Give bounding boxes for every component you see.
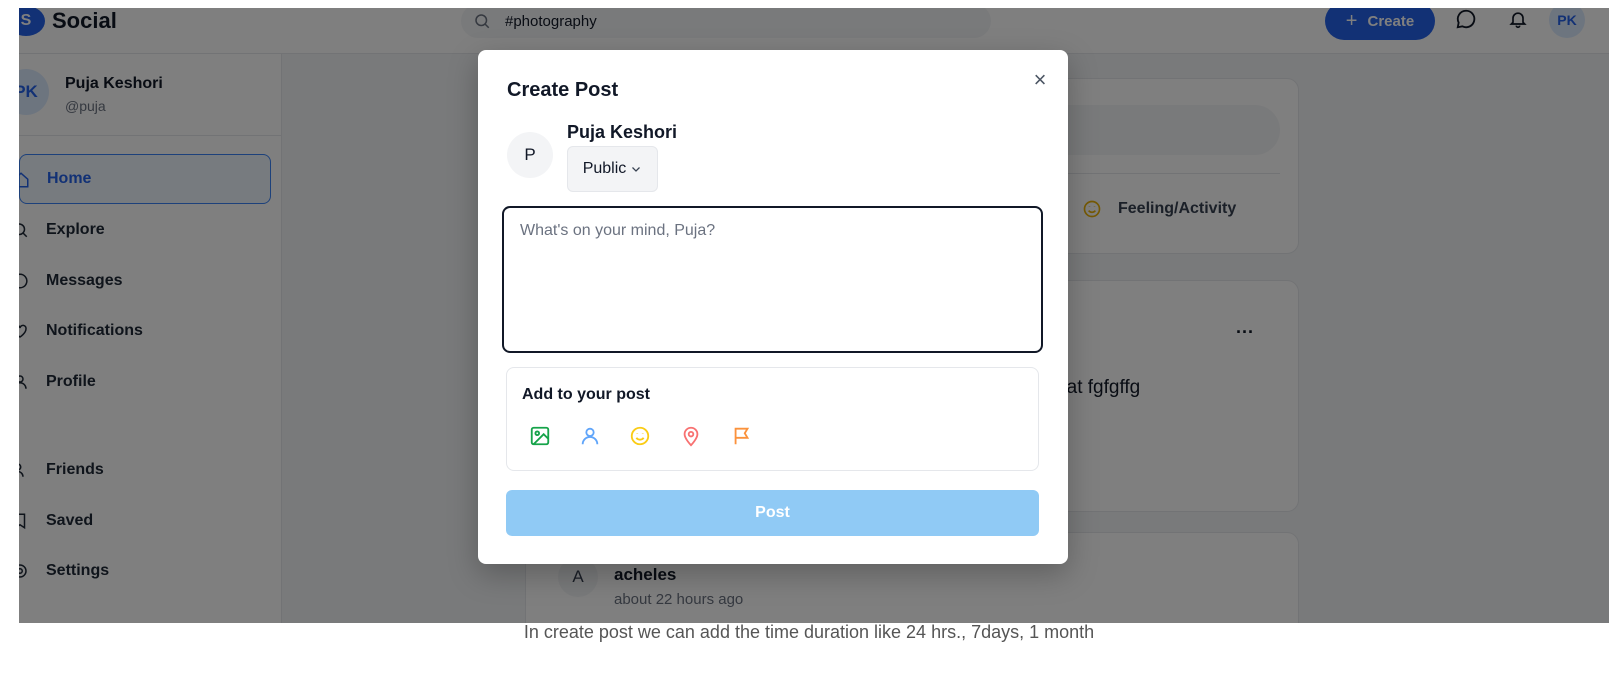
close-icon[interactable]: × <box>1029 69 1051 91</box>
smiley-icon[interactable] <box>629 425 651 447</box>
post-content-textarea[interactable] <box>502 206 1043 353</box>
add-to-post-section: Add to your post <box>506 367 1039 471</box>
flag-icon[interactable] <box>731 425 753 447</box>
location-pin-icon[interactable] <box>680 425 702 447</box>
create-post-modal: Create Post × P Puja Keshori Public Add … <box>478 50 1068 564</box>
post-author-name: Puja Keshori <box>567 122 678 142</box>
post-button[interactable]: Post <box>506 490 1039 536</box>
audience-value: Public <box>582 160 627 177</box>
app-screen: S Social + Create PK PK Puja Keshori @pu… <box>19 8 1609 623</box>
avatar: P <box>507 132 553 178</box>
tag-user-icon[interactable] <box>579 425 601 447</box>
audience-select[interactable]: Public <box>567 146 658 192</box>
chevron-down-icon <box>632 167 641 172</box>
caption-text: In create post we can add the time durat… <box>523 622 1095 642</box>
add-to-post-label: Add to your post <box>522 386 650 403</box>
image-icon[interactable] <box>529 425 551 447</box>
modal-title: Create Post <box>507 79 619 101</box>
